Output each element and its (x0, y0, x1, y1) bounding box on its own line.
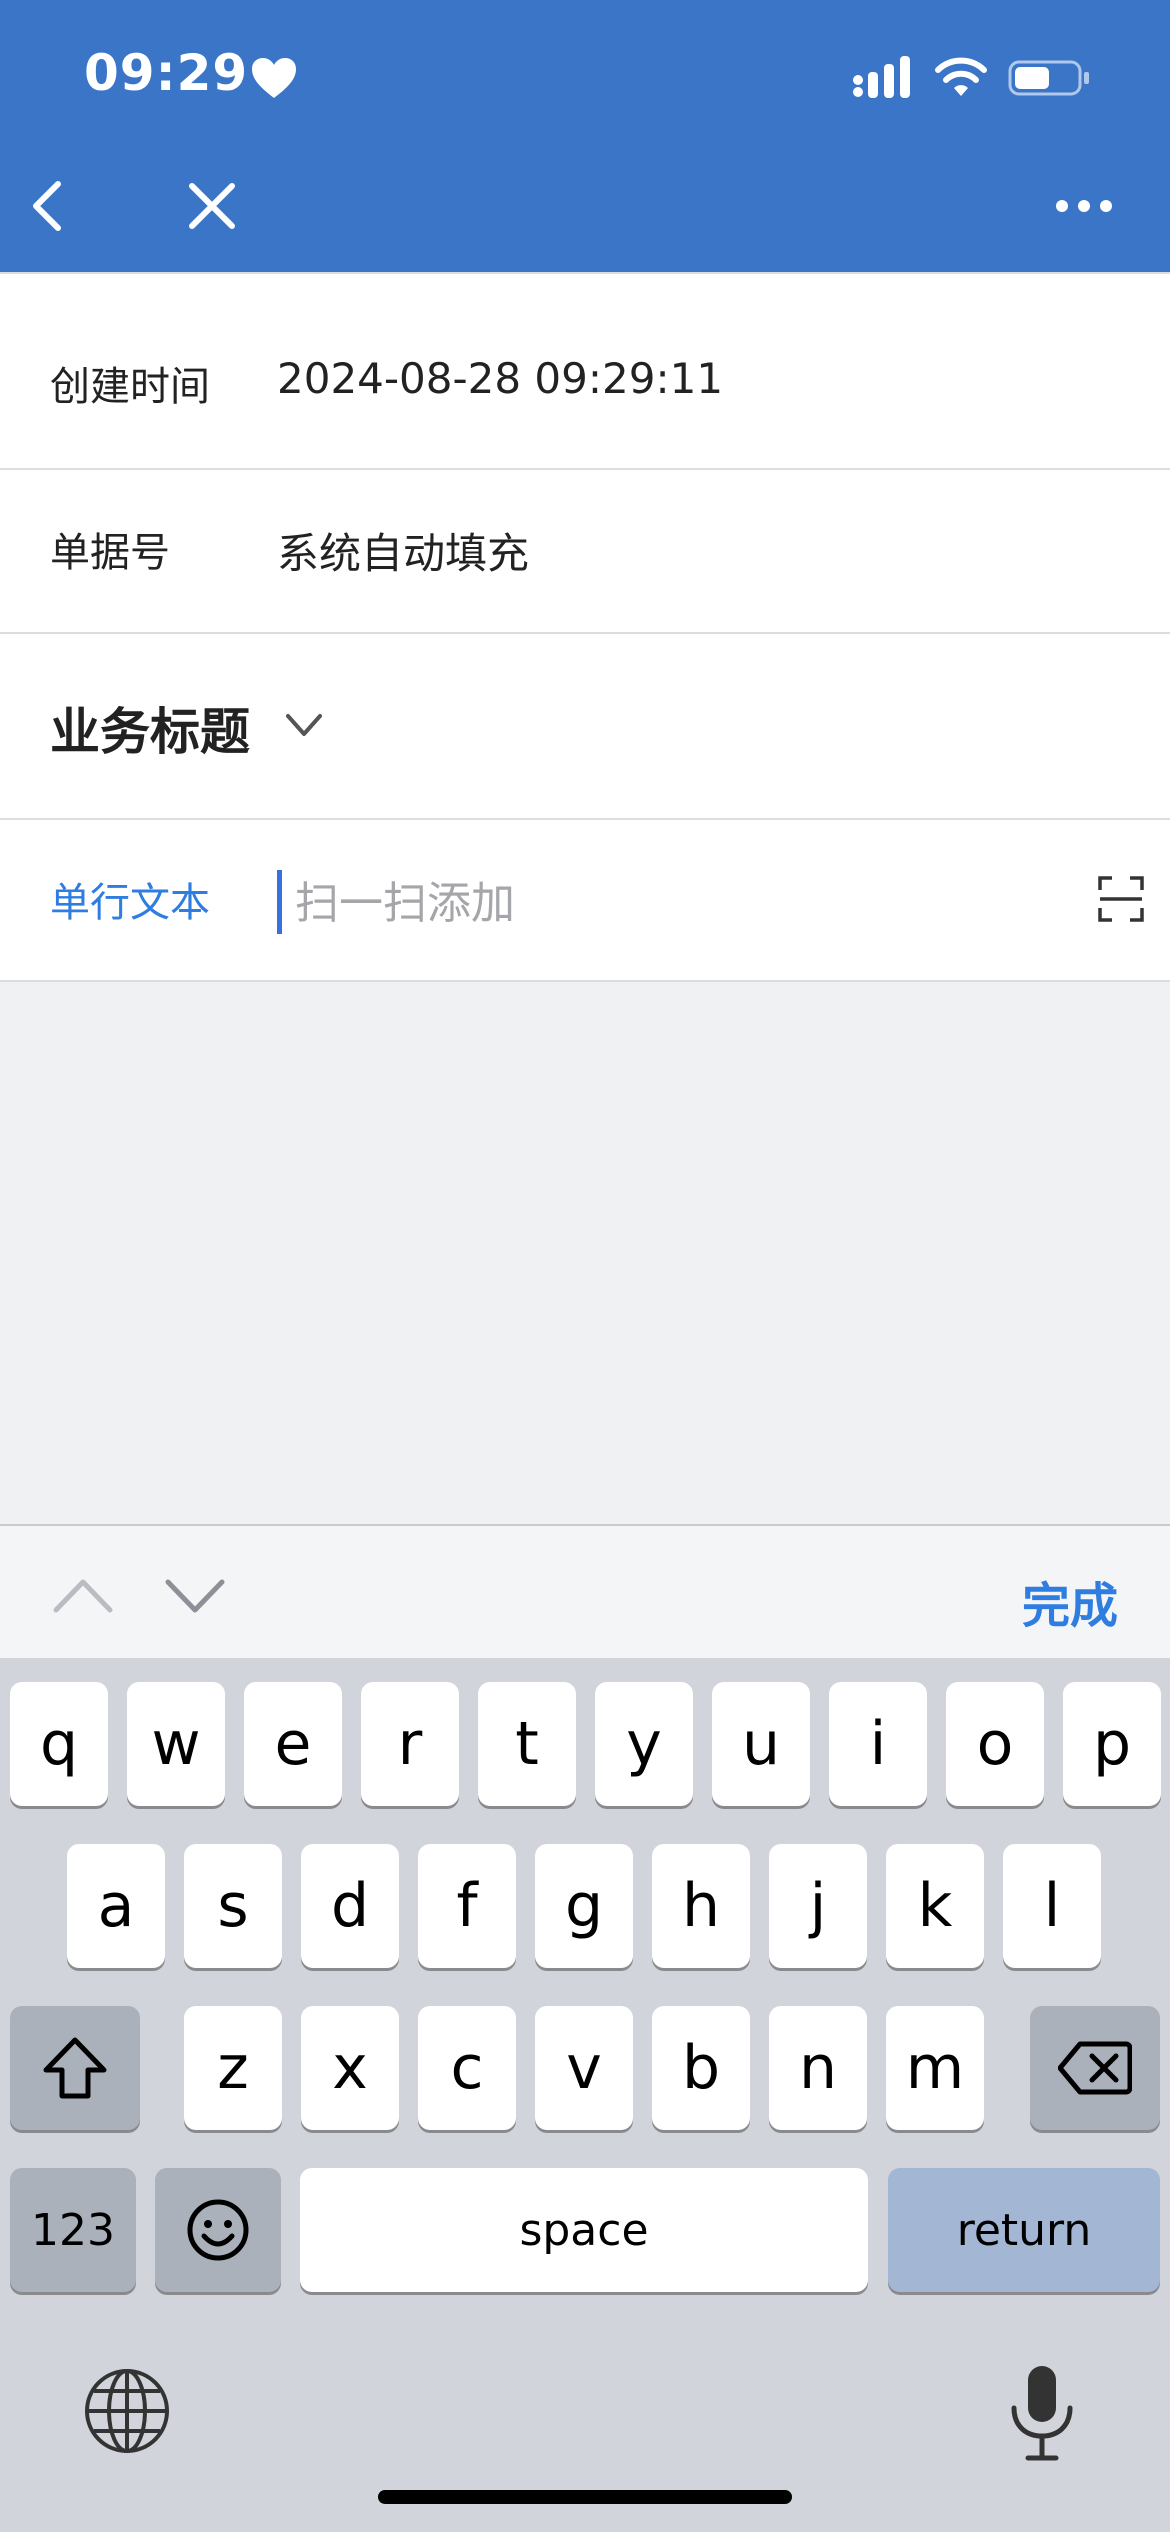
return-key[interactable]: return (888, 2168, 1160, 2292)
previous-field-button[interactable] (52, 1576, 114, 1616)
emoji-icon (187, 2199, 249, 2261)
status-time: 09:29 (84, 44, 249, 102)
key-g[interactable]: g (535, 1844, 633, 1968)
key-v[interactable]: v (535, 2006, 633, 2130)
doc-number-row: 单据号 系统自动填充 (0, 468, 1170, 632)
microphone-icon[interactable] (1004, 2362, 1080, 2462)
numbers-key[interactable]: 123 (10, 2168, 136, 2292)
text-field-input[interactable] (295, 868, 995, 938)
created-time-label: 创建时间 (50, 364, 210, 410)
chevron-down-icon[interactable] (284, 708, 324, 744)
key-m[interactable]: m (886, 2006, 984, 2130)
key-p[interactable]: p (1063, 1682, 1161, 1806)
wifi-icon (935, 57, 987, 96)
text-caret (277, 870, 282, 934)
key-o[interactable]: o (946, 1682, 1044, 1806)
key-y[interactable]: y (595, 1682, 693, 1806)
key-c[interactable]: c (418, 2006, 516, 2130)
doc-number-label: 单据号 (50, 530, 170, 576)
keyboard-toolbar: 完成 (0, 1524, 1170, 1660)
scan-icon[interactable] (1098, 876, 1144, 922)
key-x[interactable]: x (301, 2006, 399, 2130)
key-u[interactable]: u (712, 1682, 810, 1806)
backspace-key[interactable] (1030, 2006, 1160, 2130)
form: 创建时间 2024-08-28 09:29:11 单据号 系统自动填充 业务标题… (0, 272, 1170, 982)
space-key[interactable]: space (300, 2168, 868, 2292)
top-bar: 09:29 (0, 0, 1170, 272)
group-title: 业务标题 (50, 703, 250, 761)
key-t[interactable]: t (478, 1682, 576, 1806)
text-field-row: 单行文本 (0, 818, 1170, 982)
key-e[interactable]: e (244, 1682, 342, 1806)
more-button[interactable] (1054, 190, 1114, 222)
shift-icon (43, 2037, 107, 2099)
backspace-icon (1058, 2041, 1132, 2095)
text-field-wrap[interactable] (277, 868, 1037, 938)
key-f[interactable]: f (418, 1844, 516, 1968)
doc-number-value: 系统自动填充 (277, 529, 530, 578)
done-button[interactable]: 完成 (1022, 1566, 1118, 1636)
key-q[interactable]: q (10, 1682, 108, 1806)
group-header[interactable]: 业务标题 (0, 632, 1170, 818)
key-k[interactable]: k (886, 1844, 984, 1968)
close-button[interactable] (184, 178, 240, 234)
emoji-key[interactable] (155, 2168, 281, 2292)
next-field-button[interactable] (164, 1576, 226, 1616)
created-time-value: 2024-08-28 09:29:11 (277, 354, 724, 403)
form-bottom-divider (0, 980, 1170, 982)
key-d[interactable]: d (301, 1844, 399, 1968)
key-a[interactable]: a (67, 1844, 165, 1968)
key-n[interactable]: n (769, 2006, 867, 2130)
key-w[interactable]: w (127, 1682, 225, 1806)
key-z[interactable]: z (184, 2006, 282, 2130)
key-s[interactable]: s (184, 1844, 282, 1968)
key-j[interactable]: j (769, 1844, 867, 1968)
key-l[interactable]: l (1003, 1844, 1101, 1968)
key-i[interactable]: i (829, 1682, 927, 1806)
cellular-signal-icon (853, 56, 910, 98)
globe-icon[interactable] (82, 2366, 172, 2456)
shift-key[interactable] (10, 2006, 140, 2130)
text-field-label: 单行文本 (50, 880, 210, 926)
key-b[interactable]: b (652, 2006, 750, 2130)
battery-icon (1008, 60, 1089, 96)
home-indicator (378, 2490, 792, 2504)
created-time-row: 创建时间 2024-08-28 09:29:11 (0, 272, 1170, 468)
key-h[interactable]: h (652, 1844, 750, 1968)
key-r[interactable]: r (361, 1682, 459, 1806)
back-button[interactable] (22, 178, 78, 234)
heart-icon (252, 58, 296, 98)
